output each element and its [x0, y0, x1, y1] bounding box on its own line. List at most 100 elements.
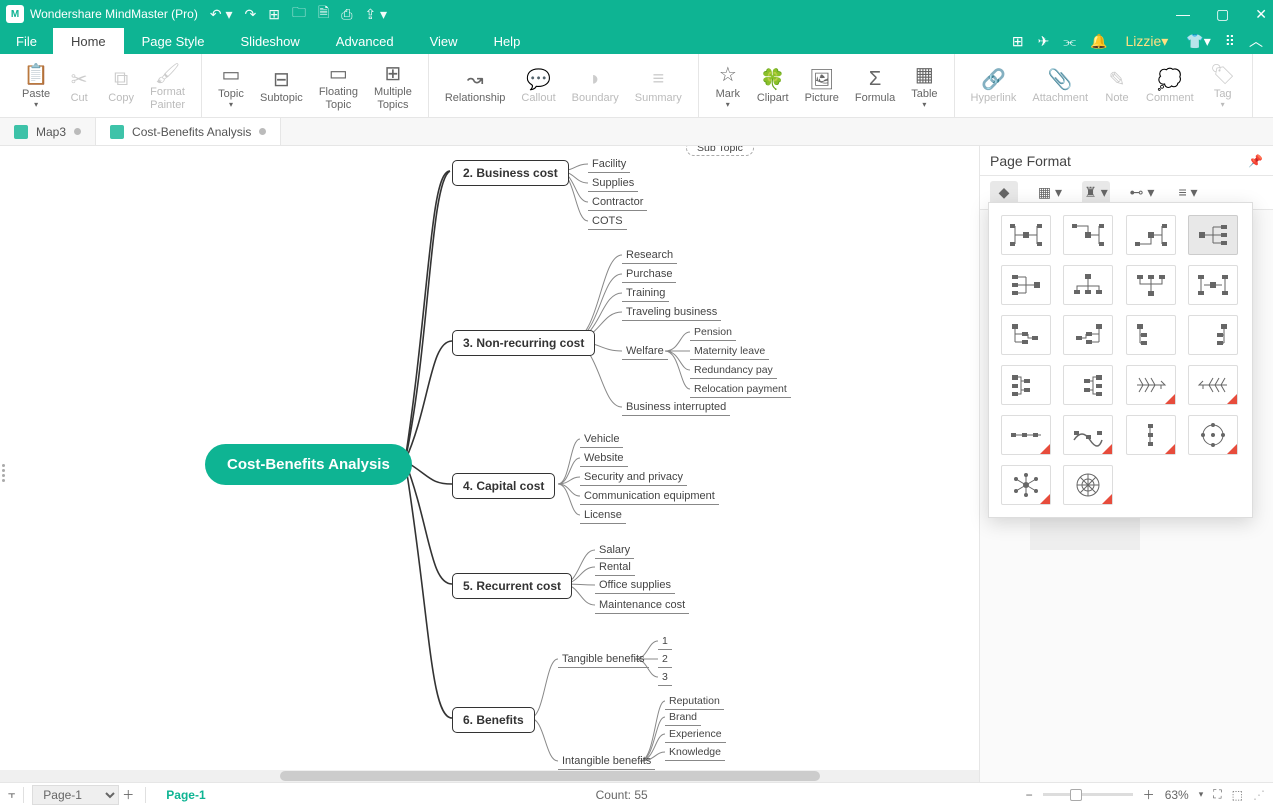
page-tab[interactable]: Page-1 — [154, 788, 217, 802]
leaf[interactable]: Research — [622, 248, 677, 264]
layout-option-bubble[interactable] — [1001, 465, 1051, 505]
layout-option-3[interactable] — [1126, 215, 1176, 255]
node-recurrent-cost[interactable]: 5. Recurrent cost — [452, 573, 572, 599]
subtopic-node[interactable]: Sub Topic — [686, 146, 754, 156]
open-icon[interactable]: 🗀 — [292, 2, 306, 26]
menu-help[interactable]: Help — [476, 28, 539, 54]
clipart-button[interactable]: 🍀Clipart — [749, 54, 797, 117]
leaf[interactable]: Office supplies — [595, 578, 675, 594]
picture-button[interactable]: 🖼Picture — [797, 54, 847, 117]
user-name[interactable]: Lizzie▾ — [1125, 33, 1168, 50]
undo-icon[interactable]: ↶ ▾ — [210, 6, 233, 23]
menu-file[interactable]: File — [0, 28, 53, 54]
menu-home[interactable]: Home — [53, 28, 124, 54]
tb-layout-icon[interactable]: ♜ ▾ — [1082, 181, 1110, 205]
relationship-button[interactable]: ↝Relationship — [437, 54, 514, 117]
gift-icon[interactable]: ⊞ — [1012, 33, 1024, 50]
tb-background-icon[interactable]: ◆ — [990, 181, 1018, 205]
hyperlink-button[interactable]: 🔗Hyperlink — [963, 54, 1025, 117]
save-icon[interactable]: 🗎 — [318, 2, 329, 26]
leaf[interactable]: Maintenance cost — [595, 598, 689, 614]
leaf[interactable]: Purchase — [622, 267, 676, 283]
leaf[interactable]: Contractor — [588, 195, 647, 211]
leaf[interactable]: Facility — [588, 157, 630, 173]
copy-button[interactable]: ⧉Copy — [100, 54, 142, 117]
callout-button[interactable]: 💬Callout — [513, 54, 563, 117]
apps-icon[interactable]: ⠿ — [1225, 33, 1235, 50]
layout-option-fishbone-left[interactable] — [1188, 365, 1238, 405]
summary-button[interactable]: ≡Summary — [627, 54, 690, 117]
layout-option-5[interactable] — [1001, 265, 1051, 305]
maximize-icon[interactable]: ▢ — [1216, 6, 1229, 23]
layout-option-6[interactable] — [1063, 265, 1113, 305]
page-width-icon[interactable]: ⫟ — [8, 787, 15, 802]
layout-option-8[interactable] — [1188, 265, 1238, 305]
root-node[interactable]: Cost-Benefits Analysis — [205, 444, 412, 485]
format-painter-button[interactable]: 🖌Format Painter — [142, 54, 193, 117]
leaf[interactable]: Relocation payment — [690, 382, 791, 398]
shirt-icon[interactable]: 👕▾ — [1186, 33, 1210, 50]
layout-option-9[interactable] — [1001, 315, 1051, 355]
leaf[interactable]: Vehicle — [580, 432, 623, 448]
layout-option-2[interactable] — [1063, 215, 1113, 255]
tb-numbering-icon[interactable]: ≡ ▾ — [1174, 181, 1202, 205]
add-page-button[interactable]: ＋ — [119, 786, 137, 804]
pin-icon[interactable]: 📌 — [1248, 154, 1263, 168]
new-icon[interactable]: ⊞ — [268, 6, 280, 23]
leaf[interactable]: COTS — [588, 214, 627, 230]
collapse-ribbon-icon[interactable]: ︿ — [1249, 31, 1263, 51]
multiple-topics-button[interactable]: ⊞Multiple Topics — [366, 54, 420, 117]
fit-width-icon[interactable]: ⬚ — [1232, 788, 1243, 802]
leaf[interactable]: License — [580, 508, 626, 524]
leaf-intangible[interactable]: Intangible benefits — [558, 754, 655, 770]
formula-button[interactable]: ΣFormula — [847, 54, 903, 117]
drag-handle-icon[interactable] — [2, 464, 5, 482]
menu-advanced[interactable]: Advanced — [318, 28, 412, 54]
print-icon[interactable]: ⎙ — [341, 6, 352, 23]
leaf[interactable]: Business interrupted — [622, 400, 730, 416]
attachment-button[interactable]: 📎Attachment — [1024, 54, 1096, 117]
leaf[interactable]: Supplies — [588, 176, 638, 192]
layout-option-7[interactable] — [1126, 265, 1176, 305]
tab-cba[interactable]: Cost-Benefits Analysis — [96, 118, 281, 145]
layout-option-13[interactable] — [1001, 365, 1051, 405]
leaf[interactable]: Redundancy pay — [690, 363, 777, 379]
leaf-tangible[interactable]: Tangible benefits — [558, 652, 649, 668]
close-icon[interactable]: ✕ — [1255, 6, 1267, 23]
note-button[interactable]: ✎Note — [1096, 54, 1138, 117]
topic-button[interactable]: ▭Topic▾ — [210, 54, 252, 117]
leaf[interactable]: Website — [580, 451, 628, 467]
minimize-icon[interactable]: ― — [1176, 6, 1190, 23]
export-icon[interactable]: ⇪ ▾ — [364, 6, 387, 23]
outline-button[interactable]: ♜ — [1261, 54, 1273, 117]
send-icon[interactable]: ✈ — [1038, 33, 1050, 50]
leaf[interactable]: Rental — [595, 560, 635, 576]
zoom-out-button[interactable]: − — [1026, 788, 1033, 802]
layout-option-14[interactable] — [1063, 365, 1113, 405]
share-icon[interactable]: ⫘ — [1063, 33, 1076, 50]
zoom-slider[interactable] — [1043, 793, 1133, 796]
leaf[interactable]: Security and privacy — [580, 470, 687, 486]
horizontal-scrollbar[interactable] — [0, 770, 979, 782]
floating-topic-button[interactable]: ▭Floating Topic — [311, 54, 366, 117]
leaf[interactable]: Salary — [595, 543, 634, 559]
comment-button[interactable]: 💭Comment — [1138, 54, 1202, 117]
layout-option-fishbone-right[interactable] — [1126, 365, 1176, 405]
menu-view[interactable]: View — [412, 28, 476, 54]
leaf-welfare[interactable]: Welfare — [622, 344, 668, 360]
paste-button[interactable]: 📋Paste▾ — [14, 54, 58, 117]
node-capital-cost[interactable]: 4. Capital cost — [452, 473, 555, 499]
leaf[interactable]: Training — [622, 286, 669, 302]
layout-option-timeline-h[interactable] — [1001, 415, 1051, 455]
layout-option-11[interactable] — [1126, 315, 1176, 355]
boundary-button[interactable]: ◗Boundary — [564, 54, 627, 117]
tb-theme-icon[interactable]: ▦ ▾ — [1036, 181, 1064, 205]
leaf[interactable]: Communication equipment — [580, 489, 719, 505]
cut-button[interactable]: ✂Cut — [58, 54, 100, 117]
redo-icon[interactable]: ↷ — [245, 6, 257, 23]
layout-option-timeline-curve[interactable] — [1063, 415, 1113, 455]
layout-option-12[interactable] — [1188, 315, 1238, 355]
page-select[interactable]: Page-1 — [32, 785, 119, 805]
layout-option-1[interactable] — [1001, 215, 1051, 255]
layout-option-10[interactable] — [1063, 315, 1113, 355]
